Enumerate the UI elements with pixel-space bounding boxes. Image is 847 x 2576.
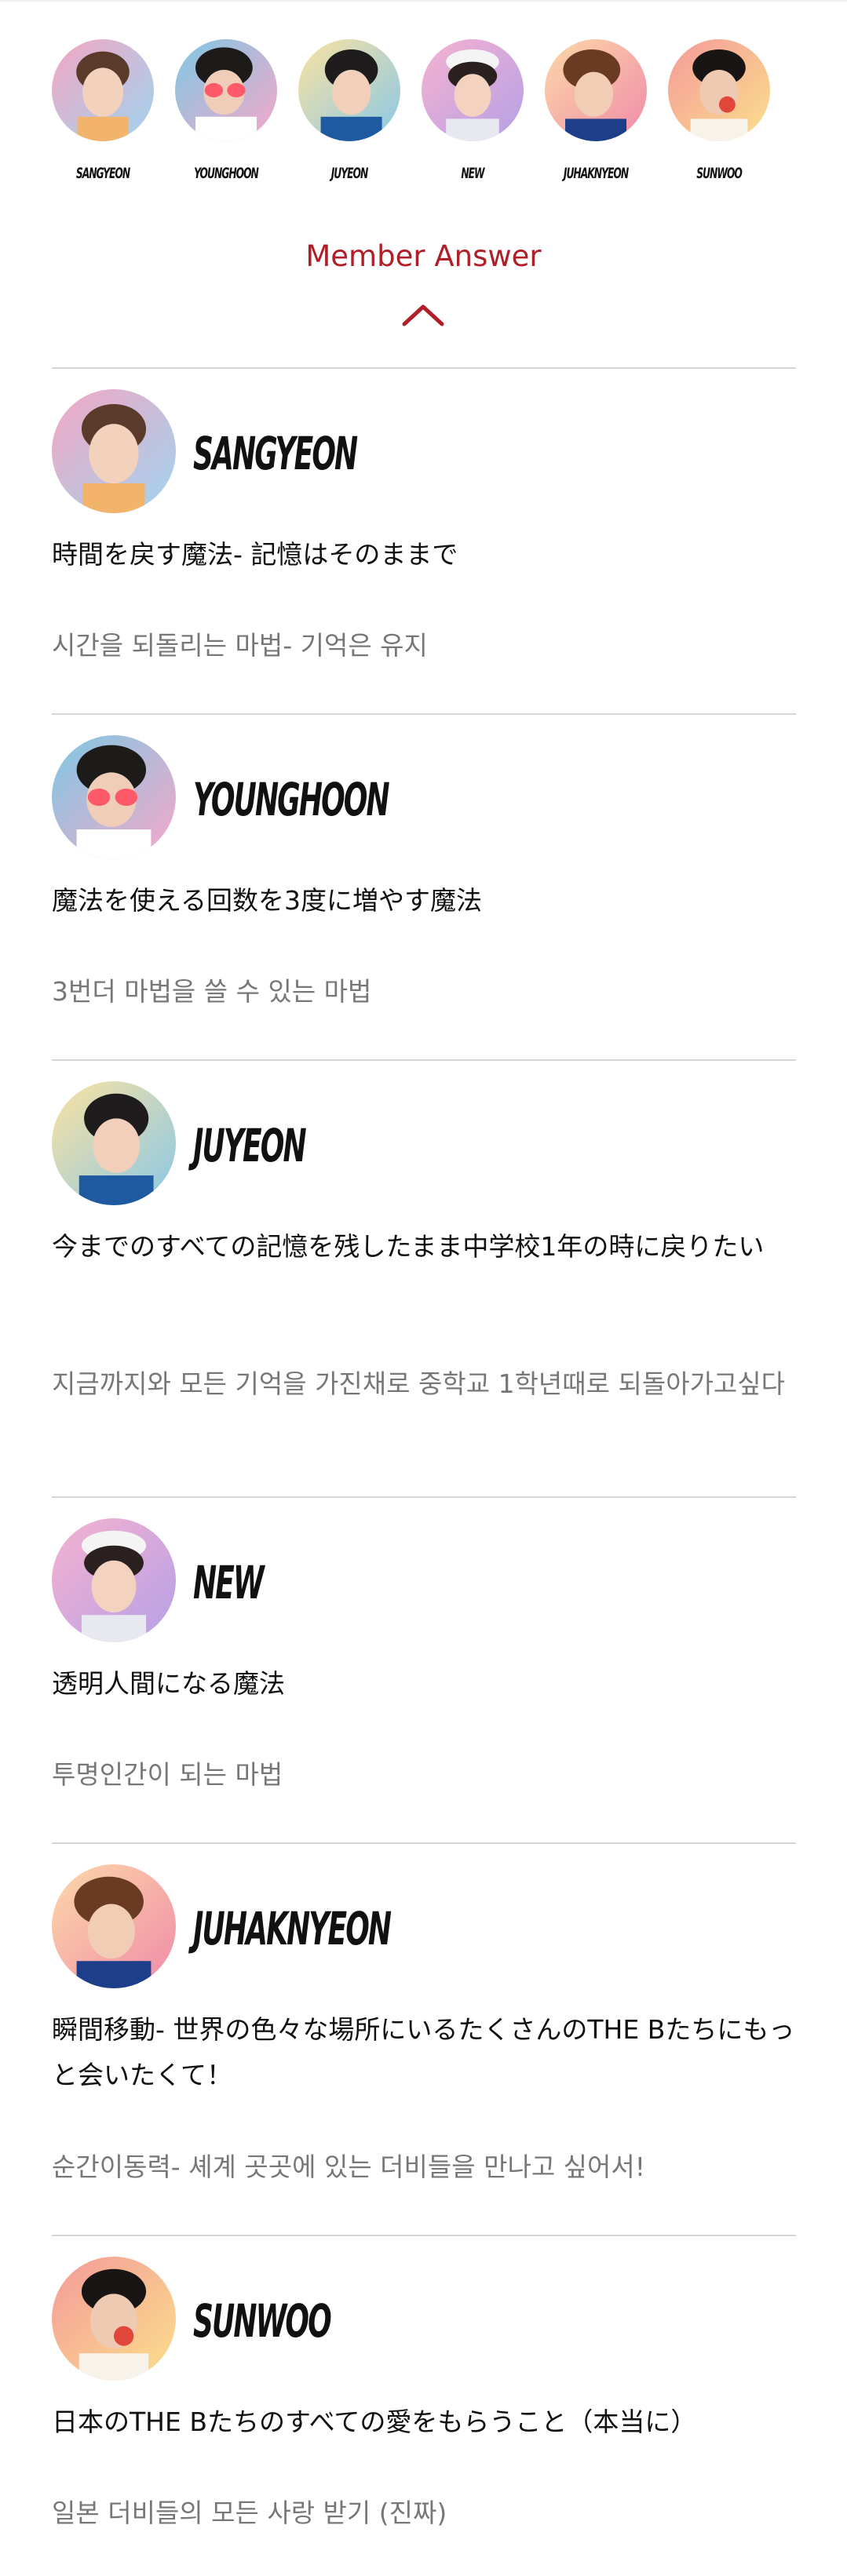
- avatar: [52, 1518, 176, 1642]
- answer-korean: 지금까지와 모든 기억을 가진채로 중학교 1학년때로 되돌아가고싶다: [52, 1368, 786, 1399]
- avatar: [52, 735, 176, 859]
- avatar: [52, 1864, 176, 1988]
- member-tab-juhaknyeon[interactable]: JUHAKNYEON: [537, 39, 655, 182]
- answer-korean: 순간이동력- 셰계 곳곳에 있는 더비들을 만나고 싶어서!: [52, 2152, 645, 2182]
- avatar: [52, 389, 176, 513]
- answer-card-new: NEW 透明人間になる魔法 투명인간이 되는 마법: [52, 1518, 796, 1848]
- answer-card-younghoon: YOUNGHOON 魔法を使える回数を3度に増やす魔法 3번더 마법을 쓸 수 …: [52, 735, 796, 1065]
- chevron-up-icon[interactable]: [401, 302, 445, 327]
- answer-japanese: 透明人間になる魔法: [52, 1668, 285, 1699]
- divider: [52, 1059, 796, 1061]
- answer-korean: 일본 더비들의 모든 사랑 받기 (진짜): [52, 2498, 447, 2528]
- avatar: [52, 1081, 176, 1205]
- answer-japanese: 魔法を使える回数を3度に増やす魔法: [52, 885, 483, 916]
- member-avatar-row: SANGYEON YOUNGHOON JUYEON NEW JUHAKNYEON…: [0, 39, 847, 204]
- answer-card-juyeon: JUYEON 今までのすべての記憶を残したまま中学校1年の時に戻りたい 지금까지…: [52, 1081, 796, 1497]
- member-tab-younghoon[interactable]: YOUNGHOON: [167, 39, 285, 182]
- answer-korean: 시간을 되돌리는 마법- 기억은 유지: [52, 630, 428, 661]
- avatar: [175, 39, 277, 141]
- divider: [52, 367, 796, 369]
- member-name: JUYEON: [193, 1119, 307, 1172]
- answer-japanese: 瞬間移動- 世界の色々な場所にいるたくさんのTHE Bたちにもっと会いたくて！: [52, 2014, 795, 2090]
- divider: [52, 1842, 796, 1844]
- avatar: [52, 2257, 176, 2381]
- avatar: [422, 39, 524, 141]
- answer-japanese: 今までのすべての記憶を残したまま中学校1年の時に戻りたい: [52, 1231, 765, 1262]
- avatar: [545, 39, 647, 141]
- top-border: [0, 0, 847, 2]
- member-name: JUHAKNYEON: [563, 165, 629, 182]
- member-name: NEW: [461, 165, 484, 182]
- answer-card-juhaknyeon: JUHAKNYEON 瞬間移動- 世界の色々な場所にいるたくさんのTHE Bたち…: [52, 1864, 796, 2233]
- answer-japanese: 時間を戻す魔法- 記憶はそのままで: [52, 539, 458, 570]
- member-name: NEW: [193, 1556, 265, 1609]
- member-name: JUHAKNYEON: [193, 1902, 392, 1955]
- divider: [52, 1496, 796, 1498]
- divider: [52, 2235, 796, 2236]
- answer-card-sangyeon: SANGYEON 時間を戻す魔法- 記憶はそのままで 시간을 되돌리는 마법- …: [52, 389, 796, 719]
- member-name: SANGYEON: [193, 427, 358, 480]
- divider: [52, 713, 796, 715]
- member-tab-juyeon[interactable]: JUYEON: [290, 39, 408, 182]
- member-answer-toggle[interactable]: Member Answer: [0, 239, 847, 273]
- answer-japanese: 日本のTHE Bたちのすべての愛をもらうこと（本当に）: [52, 2407, 697, 2437]
- member-name: YOUNGHOON: [194, 165, 259, 182]
- member-name: JUYEON: [330, 165, 369, 182]
- member-name: SANGYEON: [75, 165, 130, 182]
- avatar: [298, 39, 400, 141]
- member-name: SUNWOO: [696, 165, 743, 182]
- member-name: SUNWOO: [193, 2294, 332, 2348]
- answer-korean: 3번더 마법을 쓸 수 있는 마법: [52, 976, 372, 1007]
- member-tab-sunwoo[interactable]: SUNWOO: [660, 39, 778, 182]
- avatar: [668, 39, 770, 141]
- member-tab-sangyeon[interactable]: SANGYEON: [44, 39, 162, 182]
- member-tab-new[interactable]: NEW: [414, 39, 531, 182]
- answer-korean: 투명인간이 되는 마법: [52, 1759, 283, 1790]
- answer-card-sunwoo: SUNWOO 日本のTHE Bたちのすべての愛をもらうこと（本当に） 일본 더비…: [52, 2257, 796, 2571]
- avatar: [52, 39, 154, 141]
- member-name: YOUNGHOON: [193, 773, 390, 826]
